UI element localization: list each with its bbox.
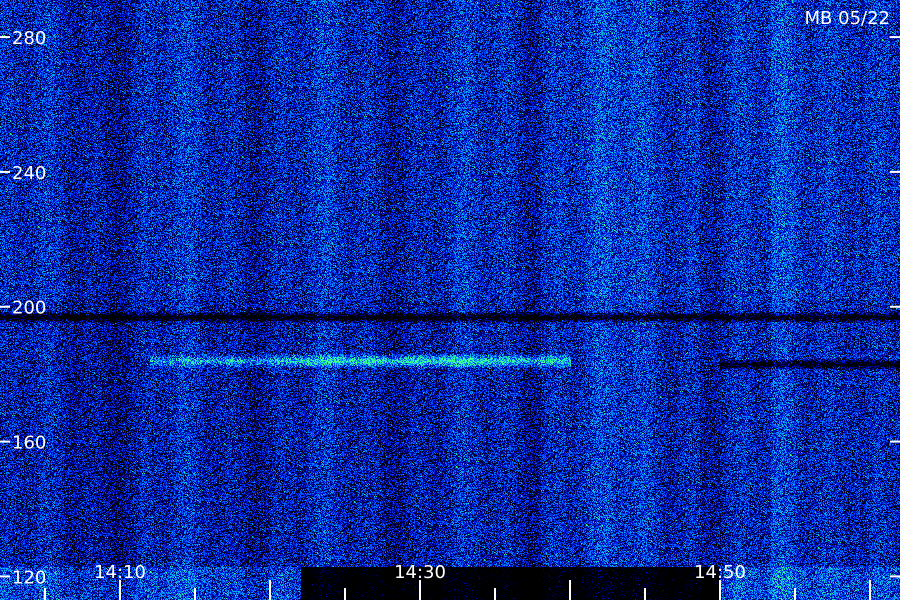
spectrogram-heatmap <box>0 0 900 600</box>
spectrogram-frame: 280 240 200 160 120 14:10 14:30 14:50 MB 05/22 <box>0 0 900 600</box>
